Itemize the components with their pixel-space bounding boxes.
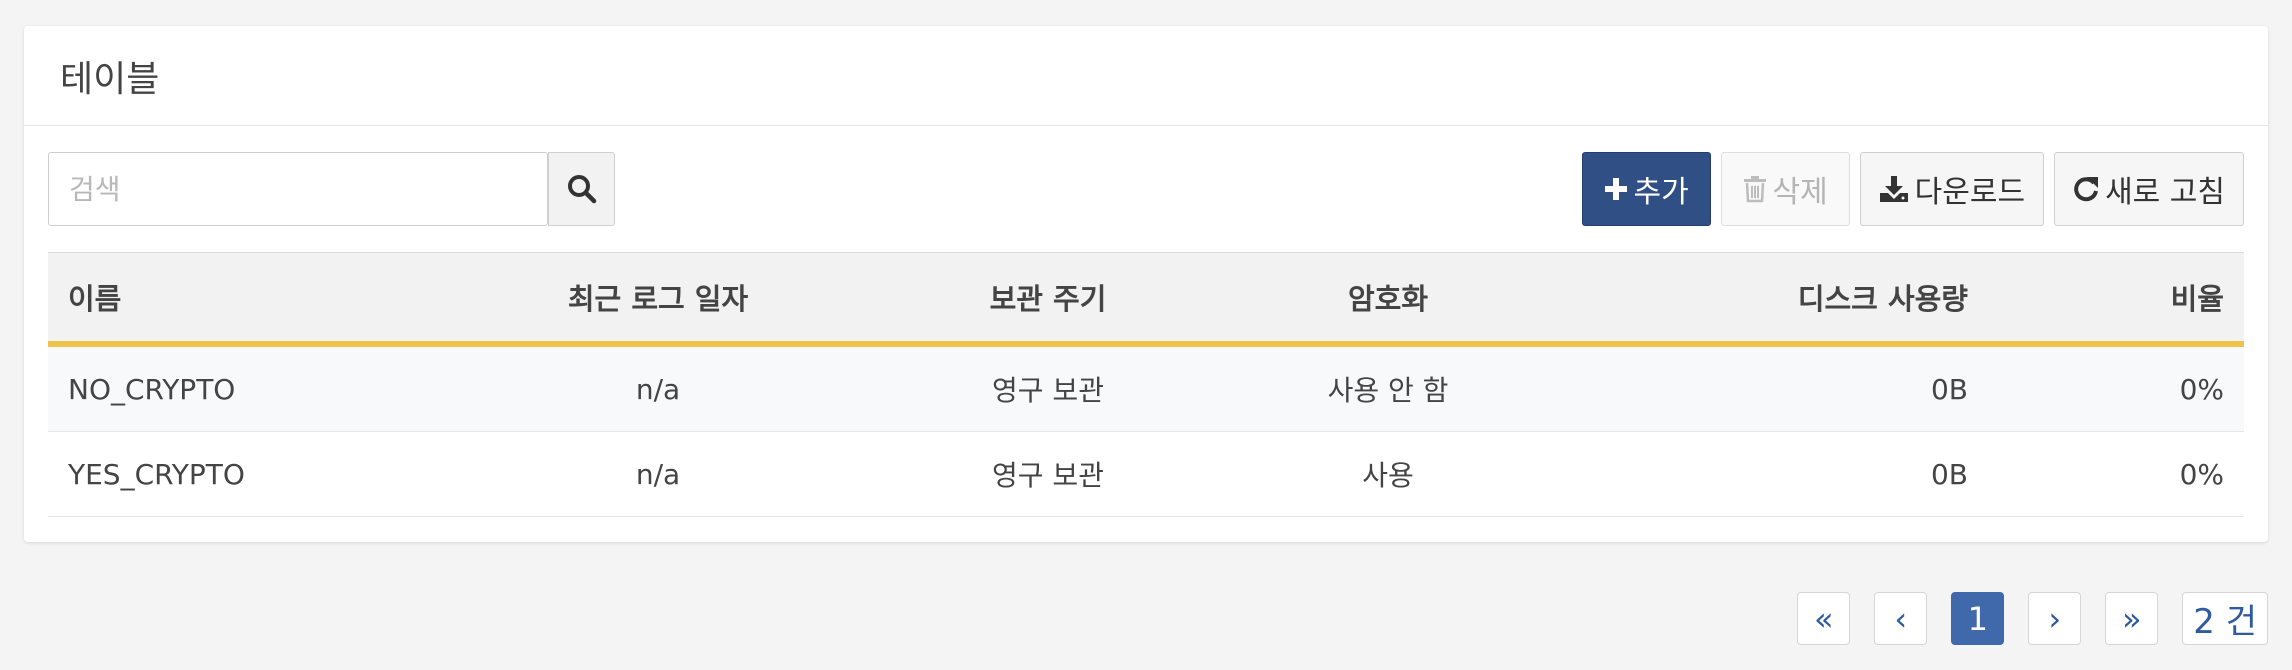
table-row[interactable]: YES_CRYPTO n/a 영구 보관 사용 0B 0% [48, 431, 2244, 517]
column-header-last-log-date[interactable]: 최근 로그 일자 [448, 252, 868, 347]
toolbar: 추가 삭제 [48, 152, 2244, 228]
first-page-button[interactable]: « [1797, 592, 1851, 645]
column-header-name[interactable]: 이름 [48, 252, 448, 347]
page-number-button[interactable]: 1 [1951, 592, 2005, 645]
refresh-button-label: 새로 고침 [2105, 175, 2225, 210]
double-chevron-left-icon: « [1813, 599, 1834, 638]
trash-icon [1743, 175, 1767, 203]
add-button[interactable]: 추가 [1581, 152, 1711, 226]
column-header-encryption[interactable]: 암호화 [1228, 252, 1548, 347]
add-button-label: 추가 [1633, 175, 1689, 210]
table-panel: 테이블 추가 [24, 26, 2268, 542]
search-input[interactable] [48, 152, 548, 226]
pagination: « ‹ 1 › » 2 건 [1797, 592, 2268, 645]
page-title: 테이블 [60, 58, 160, 100]
panel-header: 테이블 [24, 26, 2268, 126]
prev-page-button[interactable]: ‹ [1874, 592, 1928, 645]
action-buttons: 추가 삭제 다운로드 새로 고침 [1581, 152, 2244, 226]
double-chevron-right-icon: » [2121, 599, 2142, 638]
download-icon [1879, 175, 1909, 203]
chevron-right-icon: › [2048, 599, 2062, 638]
cell-name: NO_CRYPTO [48, 344, 448, 432]
refresh-icon [2073, 175, 2099, 203]
download-button-label: 다운로드 [1914, 175, 2026, 210]
chevron-left-icon: ‹ [1894, 599, 1908, 638]
last-page-button[interactable]: » [2105, 592, 2159, 645]
table-header-row: 이름 최근 로그 일자 보관 주기 암호화 디스크 사용량 비율 [48, 252, 2244, 347]
cell-disk-usage: 0B [1548, 431, 1988, 517]
data-table: 이름 최근 로그 일자 보관 주기 암호화 디스크 사용량 비율 NO_CRYP… [48, 252, 2244, 517]
cell-disk-usage: 0B [1548, 344, 1988, 432]
search-button[interactable] [548, 152, 615, 226]
cell-last-log-date: n/a [448, 431, 868, 517]
plus-icon [1604, 177, 1628, 201]
cell-ratio: 0% [1988, 344, 2244, 432]
table-row[interactable]: NO_CRYPTO n/a 영구 보관 사용 안 함 0B 0% [48, 344, 2244, 432]
download-button[interactable]: 다운로드 [1859, 152, 2045, 226]
column-header-retention[interactable]: 보관 주기 [868, 252, 1228, 347]
cell-encryption: 사용 안 함 [1228, 344, 1548, 432]
cell-encryption: 사용 [1228, 431, 1548, 517]
cell-last-log-date: n/a [448, 344, 868, 432]
search-icon [567, 175, 596, 204]
cell-retention: 영구 보관 [868, 344, 1228, 432]
column-header-disk-usage[interactable]: 디스크 사용량 [1548, 252, 1988, 347]
delete-button-label: 삭제 [1772, 175, 1828, 210]
delete-button[interactable]: 삭제 [1720, 152, 1850, 226]
next-page-button[interactable]: › [2028, 592, 2082, 645]
refresh-button[interactable]: 새로 고침 [2054, 152, 2244, 226]
cell-name: YES_CRYPTO [48, 431, 448, 517]
cell-retention: 영구 보관 [868, 431, 1228, 517]
column-header-ratio[interactable]: 비율 [1988, 252, 2244, 347]
page-number-label: 1 [1967, 599, 1988, 638]
cell-ratio: 0% [1988, 431, 2244, 517]
total-count-badge: 2 건 [2182, 592, 2268, 645]
